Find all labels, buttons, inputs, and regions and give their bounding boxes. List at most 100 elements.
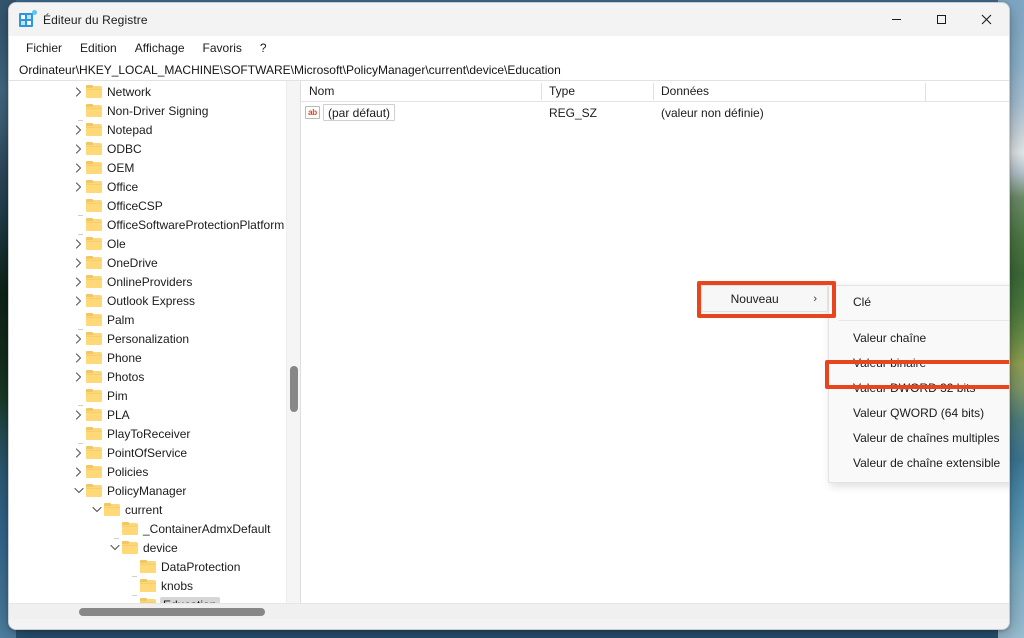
tree-item-pla[interactable]: PLA: [9, 405, 286, 424]
close-icon: [981, 14, 992, 25]
chevron-right-icon[interactable]: [71, 295, 86, 306]
tree-item-label: knobs: [161, 578, 194, 593]
minimize-icon: [892, 19, 901, 20]
menu-aide[interactable]: ?: [252, 39, 275, 57]
maximize-button[interactable]: [919, 3, 964, 36]
tree-item-knobs[interactable]: knobs: [9, 576, 286, 596]
tree-item-notepad[interactable]: Notepad: [9, 120, 286, 139]
menu-edition[interactable]: Edition: [72, 39, 125, 57]
submenu-item-valeur-cha-ne[interactable]: Valeur chaîne: [829, 326, 1009, 351]
column-header-nom[interactable]: Nom: [301, 81, 541, 102]
tree-item-label: Office: [107, 179, 139, 194]
minimize-button[interactable]: [874, 3, 919, 36]
tree-item-label: Non-Driver Signing: [107, 103, 209, 118]
folder-icon: [86, 237, 102, 250]
horizontal-scroll-thumb[interactable]: [79, 608, 265, 616]
tree-item-network[interactable]: Network: [9, 82, 286, 101]
close-button[interactable]: [964, 3, 1009, 36]
tree-item-pim[interactable]: Pim: [9, 386, 286, 406]
chevron-right-icon[interactable]: [71, 276, 86, 287]
submenu-item-valeur-binaire[interactable]: Valeur binaire: [829, 351, 1009, 376]
submenu-item-valeur-dword-32-bits[interactable]: Valeur DWORD 32 bits: [829, 376, 1009, 401]
folder-icon: [122, 541, 138, 554]
tree-item-dataprotection[interactable]: DataProtection: [9, 557, 286, 577]
folder-icon: [86, 104, 102, 117]
window-controls: [874, 3, 1009, 36]
folder-icon: [86, 465, 102, 478]
context-menu-nouveau[interactable]: Nouveau ›: [701, 285, 828, 312]
tree-item-palm[interactable]: Palm: [9, 310, 286, 330]
chevron-right-icon[interactable]: [71, 333, 86, 344]
tree-item-onedrive[interactable]: OneDrive: [9, 253, 286, 272]
folder-icon: [86, 389, 102, 402]
chevron-down-icon[interactable]: [71, 487, 86, 494]
tree-item-office[interactable]: Office: [9, 177, 286, 196]
chevron-down-icon[interactable]: [107, 544, 122, 551]
title-bar[interactable]: Éditeur du Registre: [9, 3, 1009, 36]
maximize-icon: [937, 15, 946, 24]
chevron-right-icon[interactable]: [71, 162, 86, 173]
chevron-right-icon[interactable]: [71, 257, 86, 268]
context-submenu-nouveau: Clé Valeur chaîne Valeur binaire Valeur DWO…: [828, 285, 1009, 483]
submenu-separator: [839, 320, 1009, 321]
tree-item-label: OEM: [107, 160, 135, 175]
column-end-divider: [925, 83, 926, 101]
tree-item-playtoreceiver[interactable]: PlayToReceiver: [9, 424, 286, 444]
tree-item-education[interactable]: Education: [9, 595, 286, 603]
tree-item-device[interactable]: device: [9, 538, 286, 557]
chevron-right-icon[interactable]: [71, 409, 86, 420]
submenu-item-valeur-qword-64-bits[interactable]: Valeur QWORD (64 bits): [829, 401, 1009, 426]
submenu-item-cl[interactable]: Clé: [829, 290, 1009, 315]
tree-item-ole[interactable]: Ole: [9, 234, 286, 253]
tree-item-onlineproviders[interactable]: OnlineProviders: [9, 272, 286, 291]
tree-item-non-driver-signing[interactable]: Non-Driver Signing: [9, 101, 286, 121]
folder-icon: [86, 484, 102, 497]
value-type: REG_SZ: [549, 105, 598, 120]
folder-icon: [86, 161, 102, 174]
column-header-donnees[interactable]: Données: [653, 81, 925, 102]
tree-item-oem[interactable]: OEM: [9, 158, 286, 177]
tree-item-policies[interactable]: Policies: [9, 462, 286, 481]
submenu-item-valeur-de-cha-nes-multiples[interactable]: Valeur de chaînes multiples: [829, 426, 1009, 451]
tree-item-label: Outlook Express: [107, 293, 196, 308]
address-bar[interactable]: Ordinateur\HKEY_LOCAL_MACHINE\SOFTWARE\M…: [9, 60, 1009, 81]
folder-icon: [86, 256, 102, 269]
tree-item-outlook-express[interactable]: Outlook Express: [9, 291, 286, 310]
chevron-right-icon[interactable]: [71, 86, 86, 97]
tree-item-officecsp[interactable]: OfficeCSP: [9, 196, 286, 216]
tree-item-phone[interactable]: Phone: [9, 348, 286, 367]
folder-icon: [104, 503, 120, 516]
column-header-type[interactable]: Type: [541, 81, 653, 102]
chevron-right-icon[interactable]: [71, 143, 86, 154]
tree-vertical-scrollbar[interactable]: [286, 81, 300, 603]
tree-item-label: ODBC: [107, 141, 142, 156]
tree-item-pointofservice[interactable]: PointOfService: [9, 443, 286, 462]
registry-tree[interactable]: Network Non-Driver Signing Notepad ODBC OEM O…: [9, 81, 286, 603]
folder-icon: [122, 522, 138, 535]
tree-scroll-thumb[interactable]: [290, 366, 298, 412]
horizontal-scrollbar[interactable]: [9, 603, 1009, 619]
tree-item-personalization[interactable]: Personalization: [9, 329, 286, 348]
chevron-right-icon[interactable]: [71, 447, 86, 458]
tree-item-odbc[interactable]: ODBC: [9, 139, 286, 158]
menu-fichier[interactable]: Fichier: [18, 39, 70, 57]
tree-item-label: Ole: [107, 236, 126, 251]
menu-affichage[interactable]: Affichage: [127, 39, 193, 57]
chevron-down-icon[interactable]: [89, 506, 104, 513]
menu-favoris[interactable]: Favoris: [195, 39, 250, 57]
registry-values-pane: Nom Type Données ab (par défaut) REG_SZ …: [301, 81, 1009, 603]
chevron-right-icon[interactable]: [71, 238, 86, 249]
tree-item-photos[interactable]: Photos: [9, 367, 286, 386]
value-row[interactable]: ab (par défaut) REG_SZ (valeur non défin…: [301, 102, 1009, 123]
tree-item-officesoftwareprotectionplatform[interactable]: OfficeSoftwareProtectionPlatform: [9, 215, 286, 235]
chevron-right-icon[interactable]: [71, 466, 86, 477]
chevron-right-icon[interactable]: [71, 352, 86, 363]
chevron-right-icon[interactable]: [71, 124, 86, 135]
submenu-item-valeur-de-cha-ne-extensible[interactable]: Valeur de chaîne extensible: [829, 451, 1009, 476]
tree-item-current[interactable]: current: [9, 500, 286, 519]
tree-item-policymanager[interactable]: PolicyManager: [9, 481, 286, 500]
chevron-right-icon[interactable]: [71, 181, 86, 192]
tree-item-label: Palm: [107, 312, 135, 327]
tree-item-containeradmxdefault[interactable]: _ContainerAdmxDefault: [9, 519, 286, 539]
chevron-right-icon[interactable]: [71, 371, 86, 382]
